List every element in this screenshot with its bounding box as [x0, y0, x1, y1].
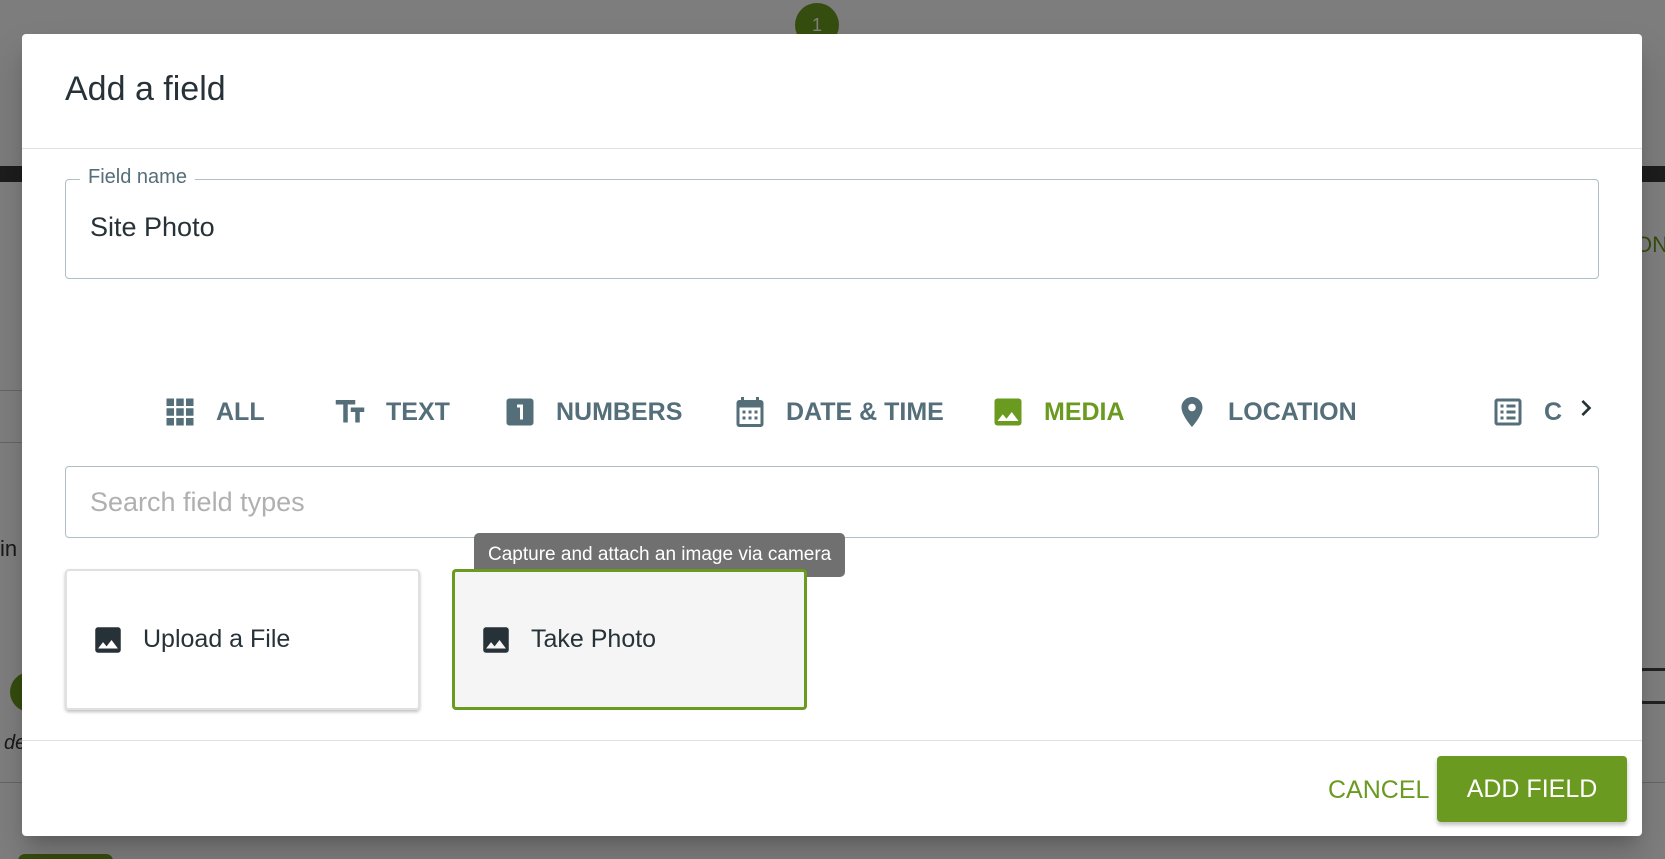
location-pin-icon — [1181, 397, 1203, 427]
chevron-right-icon — [1581, 400, 1592, 416]
tab-all[interactable]: ALL — [162, 352, 265, 472]
tab-label: C — [1544, 397, 1563, 426]
tab-overflow-clip: C — [1490, 352, 1570, 472]
field-name-value[interactable]: Site Photo — [90, 212, 215, 243]
tab-numbers[interactable]: NUMBERS — [502, 352, 682, 472]
card-label: Upload a File — [143, 625, 291, 653]
tab-location[interactable]: LOCATION — [1174, 352, 1357, 472]
field-type-card-upload-file[interactable]: Upload a File — [65, 569, 420, 710]
tab-label: ALL — [216, 397, 265, 426]
add-field-dialog: Add a field Field name Site Photo ALL TE… — [22, 34, 1642, 836]
tab-label: MEDIA — [1044, 397, 1125, 426]
grid-icon — [166, 398, 194, 426]
tabs-scroll-next-button[interactable] — [1564, 386, 1608, 430]
image-icon — [994, 398, 1022, 426]
field-type-card-take-photo[interactable]: Take Photo — [452, 569, 807, 710]
tab-choices[interactable]: C — [1490, 352, 1562, 472]
image-icon — [483, 626, 509, 653]
tab-media[interactable]: MEDIA — [990, 352, 1125, 472]
list-icon — [1494, 398, 1522, 426]
divider — [22, 148, 1642, 149]
tab-label: DATE & TIME — [786, 397, 944, 426]
number-one-icon — [506, 398, 534, 426]
card-label: Take Photo — [531, 625, 657, 653]
divider — [22, 740, 1642, 741]
add-field-button[interactable]: ADD FIELD — [1437, 756, 1627, 822]
text-fields-icon — [335, 400, 365, 423]
tab-label: TEXT — [386, 397, 450, 426]
tab-label: LOCATION — [1228, 397, 1357, 426]
tab-date-time[interactable]: DATE & TIME — [732, 352, 944, 472]
field-name-label: Field name — [80, 166, 195, 189]
search-field-types-input[interactable] — [65, 466, 1599, 538]
calendar-icon — [736, 397, 764, 427]
dialog-title: Add a field — [65, 70, 226, 108]
field-name-input[interactable] — [65, 179, 1599, 279]
tab-label: NUMBERS — [556, 397, 683, 426]
image-icon — [95, 626, 121, 653]
cancel-button[interactable]: CANCEL — [1312, 762, 1445, 818]
tab-text[interactable]: TEXT — [332, 352, 450, 472]
